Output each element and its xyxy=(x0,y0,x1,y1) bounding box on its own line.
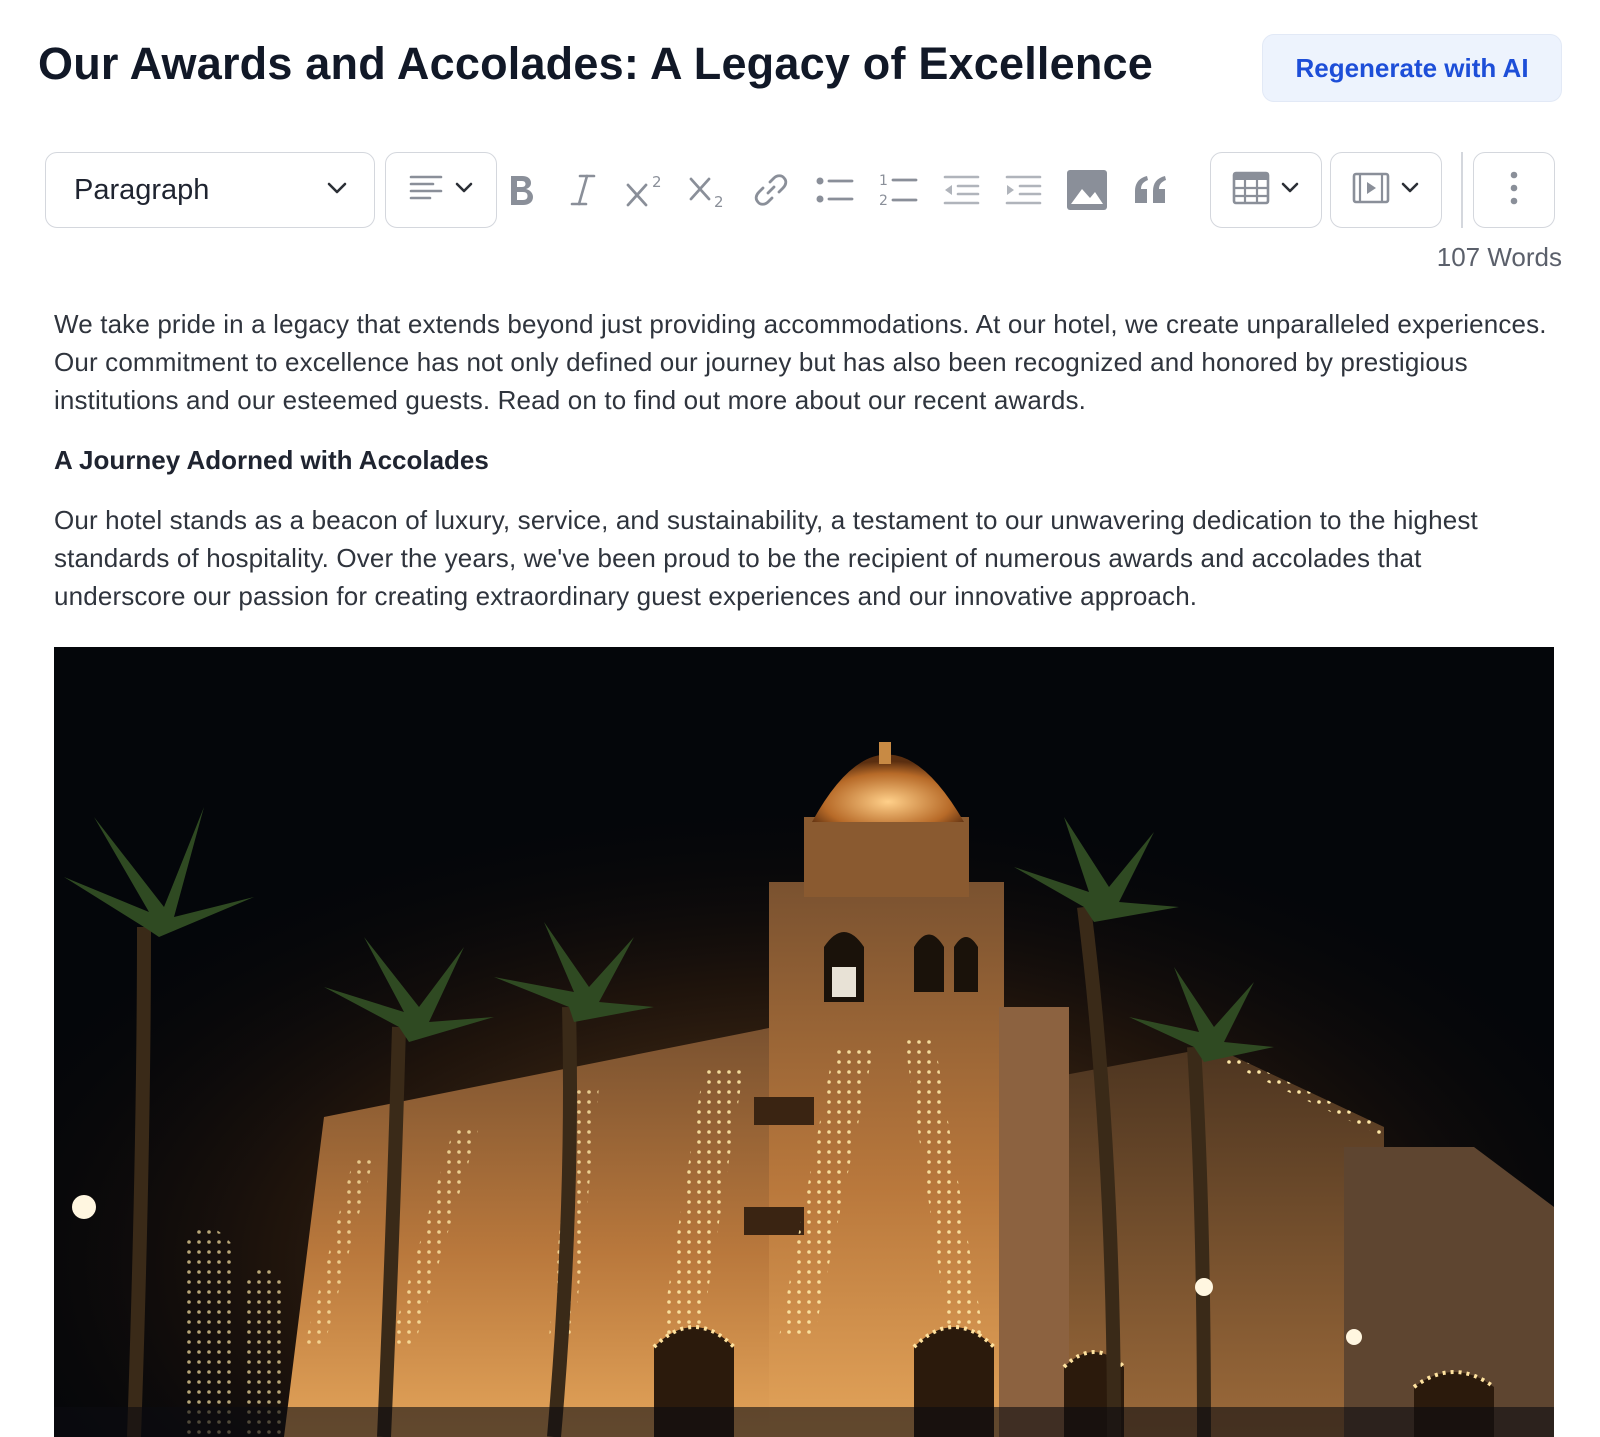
video-icon xyxy=(1352,172,1390,209)
insert-table-dropdown[interactable] xyxy=(1210,152,1322,228)
chevron-down-icon xyxy=(454,181,474,199)
body-paragraph: Our hotel stands as a beacon of luxury, … xyxy=(54,505,1478,611)
insert-image-button[interactable] xyxy=(1061,164,1113,216)
bold-button[interactable] xyxy=(495,164,547,216)
quote-icon xyxy=(1133,175,1169,205)
superscript-button[interactable]: 2 xyxy=(619,164,671,216)
link-icon xyxy=(753,172,789,208)
page-title: Our Awards and Accolades: A Legacy of Ex… xyxy=(38,38,1154,89)
indent-icon xyxy=(1003,173,1043,207)
bullet-list-icon xyxy=(815,173,855,207)
block-type-label: Paragraph xyxy=(74,173,210,206)
section-subheading: A Journey Adorned with Accolades xyxy=(54,445,489,475)
blockquote-button[interactable] xyxy=(1125,164,1177,216)
superscript-icon: 2 xyxy=(624,171,666,209)
intro-paragraph: We take pride in a legacy that extends b… xyxy=(54,309,1547,415)
chevron-down-icon xyxy=(1400,181,1420,199)
regenerate-with-ai-button[interactable]: Regenerate with AI xyxy=(1262,34,1562,102)
toolbar-divider xyxy=(1461,152,1463,228)
svg-text:2: 2 xyxy=(879,193,888,208)
numbered-list-icon: 12 xyxy=(878,172,918,208)
svg-text:2: 2 xyxy=(652,173,662,191)
bullet-list-button[interactable] xyxy=(809,164,861,216)
italic-button[interactable] xyxy=(557,164,609,216)
insert-media-dropdown[interactable] xyxy=(1330,152,1442,228)
italic-icon xyxy=(568,172,598,208)
table-icon xyxy=(1232,171,1270,210)
numbered-list-button[interactable]: 12 xyxy=(872,164,924,216)
more-vertical-icon xyxy=(1509,170,1519,211)
subscript-button[interactable]: 2 xyxy=(682,164,734,216)
outdent-button[interactable] xyxy=(935,164,987,216)
editor-header: Our Awards and Accolades: A Legacy of Ex… xyxy=(38,34,1562,102)
svg-text:1: 1 xyxy=(879,173,888,189)
bold-icon xyxy=(505,172,537,208)
editor-toolbar: Paragraph 2 2 1 2 xyxy=(45,152,1555,228)
outdent-icon xyxy=(941,173,981,207)
chevron-down-icon xyxy=(326,181,348,200)
svg-text:2: 2 xyxy=(714,193,724,209)
block-type-select[interactable]: Paragraph xyxy=(45,152,375,228)
text-align-dropdown[interactable] xyxy=(385,152,497,228)
chevron-down-icon xyxy=(1280,181,1300,199)
editor-content[interactable]: We take pride in a legacy that extends b… xyxy=(54,305,1554,615)
image-icon xyxy=(1067,170,1107,210)
link-button[interactable] xyxy=(745,164,797,216)
subscript-icon: 2 xyxy=(687,171,729,209)
word-count: 107 Words xyxy=(1436,242,1562,272)
align-left-icon xyxy=(408,172,444,209)
more-options-button[interactable] xyxy=(1473,152,1555,228)
hotel-photo[interactable] xyxy=(54,647,1554,1437)
indent-button[interactable] xyxy=(997,164,1049,216)
